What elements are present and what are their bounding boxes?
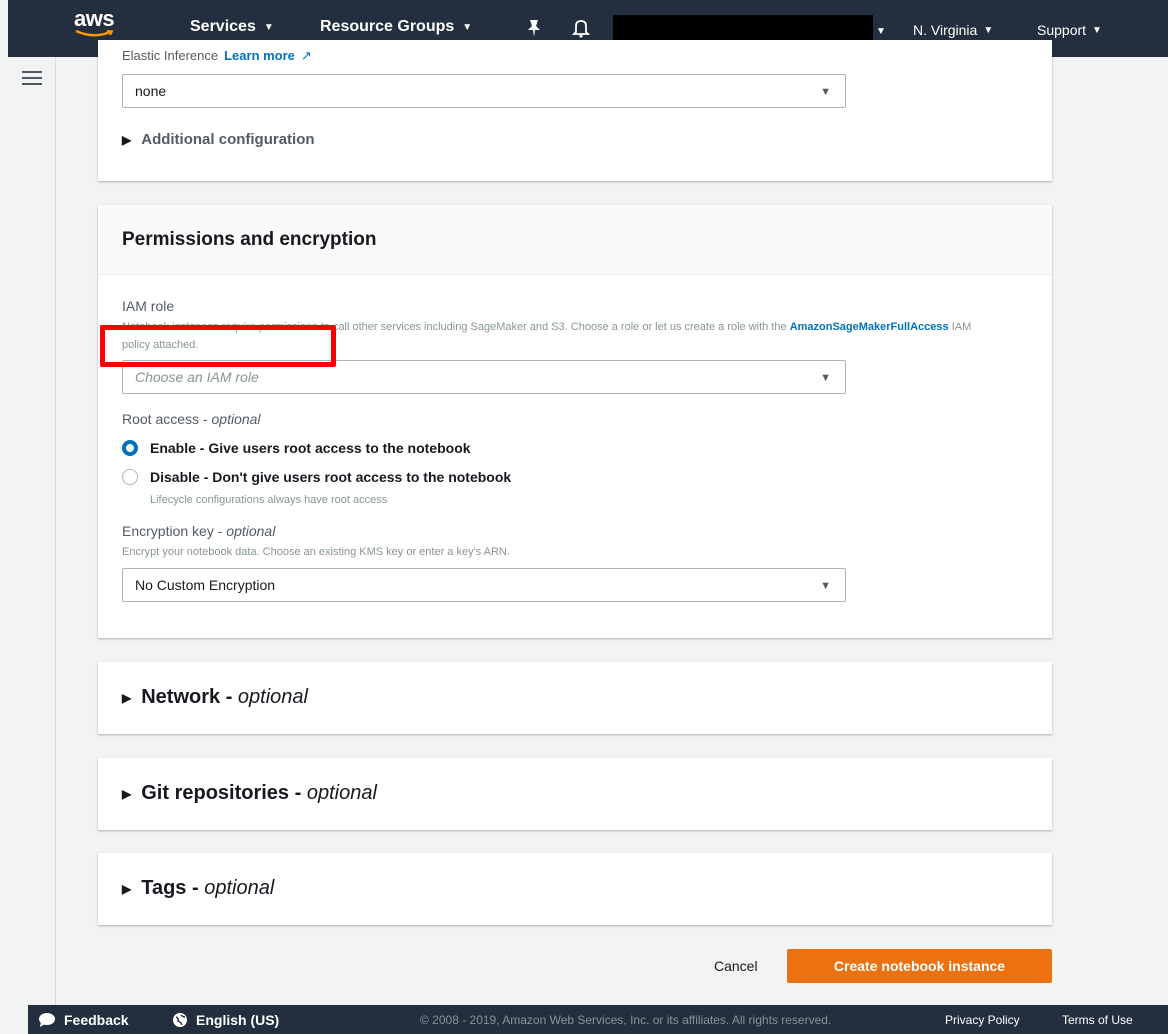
footer-left-gutter [0, 1005, 28, 1034]
additional-configuration-label: Additional configuration [141, 131, 315, 148]
tags-label: Tags [141, 877, 187, 899]
optional-text: optional [237, 686, 308, 708]
radio-selected-icon[interactable] [122, 440, 138, 456]
external-link-icon: ↗ [300, 48, 312, 63]
encryption-description: Encrypt your notebook data. Choose an ex… [122, 546, 510, 558]
sagemaker-full-access-link[interactable]: AmazonSageMakerFullAccess [790, 321, 949, 333]
radio-unselected-icon[interactable] [122, 469, 138, 485]
disable-note: Lifecycle configurations always have roo… [150, 494, 388, 506]
git-repositories-toggle[interactable]: ▶ Git repositories - optional [122, 782, 377, 805]
copyright-text: © 2008 - 2019, Amazon Web Services, Inc.… [420, 1013, 832, 1027]
chevron-down-icon: ▼ [983, 24, 994, 36]
speech-bubble-icon [39, 1013, 55, 1027]
chevron-down-icon: ▼ [462, 21, 473, 33]
enable-option-label: Enable - Give users root access to the n… [150, 440, 471, 456]
support-menu[interactable]: Support ▼ [1037, 22, 1102, 38]
dropdown-arrow-icon: ▼ [820, 580, 831, 592]
region-label: N. Virginia [913, 22, 978, 38]
root-access-disable-radio[interactable]: Disable - Don't give users root access t… [122, 469, 511, 485]
elastic-inference-value: none [135, 83, 167, 99]
chevron-down-icon: ▼ [263, 21, 274, 33]
dropdown-arrow-icon: ▼ [820, 86, 831, 98]
footer-bar: Feedback English (US) © 2008 - 2019, Ama… [0, 1005, 1168, 1034]
iam-role-label: IAM role [122, 298, 175, 314]
cancel-button[interactable]: Cancel [714, 958, 758, 974]
optional-text: optional [211, 411, 261, 427]
highlight-box [100, 325, 336, 367]
resource-groups-label: Resource Groups [320, 18, 455, 35]
tags-toggle[interactable]: ▶ Tags - optional [122, 877, 274, 900]
create-notebook-instance-button[interactable]: Create notebook instance [787, 949, 1052, 983]
services-label: Services [190, 18, 256, 35]
git-repositories-section[interactable]: ▶ Git repositories - optional [98, 758, 1052, 830]
chevron-down-icon: ▼ [1092, 24, 1102, 36]
iam-role-placeholder: Choose an IAM role [135, 369, 259, 385]
encryption-key-text: Encryption key [122, 523, 214, 539]
permissions-title: Permissions and encryption [122, 228, 377, 250]
disable-option-label: Disable - Don't give users root access t… [150, 469, 512, 485]
dropdown-arrow-icon: ▼ [820, 372, 831, 384]
terms-of-use-link[interactable]: Terms of Use [1062, 1013, 1133, 1027]
caret-right-icon: ▶ [122, 881, 132, 896]
pin-icon[interactable] [523, 17, 545, 39]
git-repositories-label: Git repositories [141, 782, 290, 804]
chevron-down-icon: ▼ [876, 26, 886, 37]
optional-text: optional [204, 877, 275, 899]
bell-icon[interactable] [570, 17, 592, 39]
menu-icon[interactable] [22, 71, 42, 87]
left-rail [8, 57, 56, 1005]
root-access-text: Root access [122, 411, 200, 427]
nav-left-gutter [0, 0, 8, 57]
aws-smile-icon [75, 30, 114, 37]
network-section[interactable]: ▶ Network - optional [98, 662, 1052, 734]
feedback-label: Feedback [64, 1012, 129, 1028]
optional-text: optional [306, 782, 377, 804]
region-menu[interactable]: N. Virginia ▼ [913, 22, 993, 38]
elastic-inference-select[interactable]: none ▼ [122, 74, 846, 108]
learn-more-link[interactable]: Learn more [224, 48, 295, 64]
encryption-key-value: No Custom Encryption [135, 577, 276, 593]
resource-groups-menu[interactable]: Resource Groups ▼ [320, 18, 472, 36]
feedback-link[interactable]: Feedback [38, 1012, 129, 1028]
permissions-header: Permissions and encryption [98, 205, 1052, 275]
aws-logo-text: aws [74, 6, 115, 31]
caret-right-icon: ▶ [122, 132, 132, 147]
support-label: Support [1037, 22, 1087, 38]
language-selector[interactable]: English (US) [172, 1012, 279, 1028]
elastic-inference-label-row: Elastic Inference Learn more ↗ [122, 48, 312, 64]
encryption-key-select[interactable]: No Custom Encryption ▼ [122, 568, 846, 602]
privacy-policy-link[interactable]: Privacy Policy [945, 1013, 1020, 1027]
instance-settings-panel: Elastic Inference Learn more ↗ none ▼ ▶ … [98, 40, 1052, 181]
caret-right-icon: ▶ [122, 786, 132, 801]
optional-text: optional [226, 523, 276, 539]
language-label: English (US) [196, 1012, 280, 1028]
services-menu[interactable]: Services ▼ [190, 18, 274, 36]
encryption-key-label: Encryption key - optional [122, 523, 276, 539]
globe-icon [173, 1013, 187, 1027]
root-access-label: Root access - optional [122, 411, 261, 427]
permissions-panel: Permissions and encryption IAM role Note… [98, 205, 1052, 638]
tags-section[interactable]: ▶ Tags - optional [98, 853, 1052, 925]
network-label: Network [141, 686, 221, 708]
caret-right-icon: ▶ [122, 690, 132, 705]
elastic-inference-label: Elastic Inference [122, 48, 219, 63]
network-toggle[interactable]: ▶ Network - optional [122, 686, 308, 709]
root-access-enable-radio[interactable]: Enable - Give users root access to the n… [122, 440, 471, 456]
additional-configuration-toggle[interactable]: ▶ Additional configuration [122, 131, 315, 148]
